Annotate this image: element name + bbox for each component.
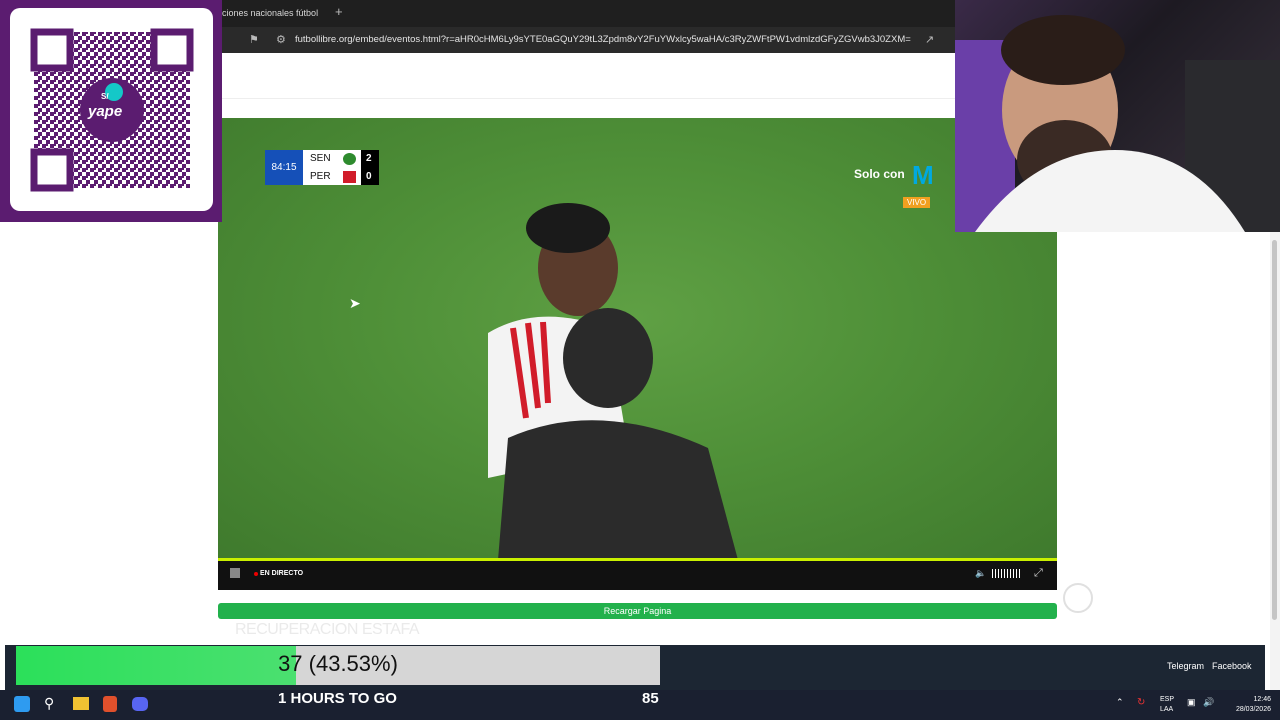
live-dot-icon [254,572,258,576]
video-progress-bar[interactable] [218,558,1057,561]
brave-browser-icon[interactable] [103,696,117,712]
clock-time[interactable]: 12:46 [1226,696,1271,703]
movistar-logo-icon: M [912,160,934,190]
clock-date[interactable]: 28/03/2026 [1226,706,1271,713]
team-crests [339,150,361,185]
input-language[interactable]: ESP [1160,696,1174,703]
volume-slider[interactable] [992,569,1020,578]
mouse-cursor-icon: ➤ [349,295,361,311]
streamer-video [955,15,1280,232]
live-badge: VIVO [903,197,931,208]
page-header [222,53,957,99]
webcam-overlay [955,0,1280,232]
team-home: SEN [310,153,331,164]
loading-circle-icon [1063,583,1093,613]
peru-crest-icon [343,171,356,183]
scoreboard-teams: SEN PER [303,150,339,185]
qr-symbol: S/ [101,92,109,101]
fullscreen-icon[interactable]: ⤢ [1034,567,1043,580]
tray-chevron-icon[interactable]: ⌃ [1116,697,1124,708]
folder-icon[interactable] [73,697,89,710]
goal-progress-label: 37 (43.53%) [278,651,398,676]
search-icon[interactable]: ⚲ [44,695,54,712]
goal-time-remaining: 1 HOURS TO GO [278,690,397,707]
facebook-link[interactable]: Facebook [1212,661,1252,671]
windows-taskbar [0,690,1280,720]
yape-logo: yape [88,103,123,120]
team-away: PER [310,171,331,182]
browser-tab[interactable]: ciones nacionales fútbol [222,8,318,18]
share-icon[interactable]: ↗ [925,33,934,46]
score-home: 2 [366,153,372,164]
scrollbar-thumb[interactable] [1272,240,1277,620]
live-indicator: EN DIRECTO [260,570,304,577]
new-tab-button[interactable]: + [335,4,343,19]
player-controls [218,560,1057,590]
senegal-crest-icon [343,153,356,165]
volume-icon[interactable]: 🔈 [975,568,986,579]
scoreboard-score: 2 0 [361,150,379,185]
telegram-link[interactable]: Telegram [1167,661,1204,671]
score-away: 0 [366,171,372,182]
input-layout[interactable]: LAA [1160,706,1173,713]
site-settings-icon[interactable]: ⚙ [276,33,286,46]
start-icon[interactable] [14,696,30,712]
match-clock: 84:15 [265,150,303,185]
tray-sync-icon[interactable]: ↻ [1137,697,1145,708]
reload-page-button[interactable]: Recargar Pagina [218,603,1057,619]
network-icon[interactable]: ▣ [1187,697,1196,708]
goal-target: 85 [642,690,659,707]
bookmark-icon[interactable]: ⚑ [249,33,259,46]
volume-tray-icon[interactable]: 🔊 [1203,697,1214,708]
stream-watermark: RECUPERACION ESTAFA [235,621,420,638]
stop-button[interactable] [230,568,240,578]
broadcaster-text: Solo con [854,167,905,181]
url-field[interactable]: futbollibre.org/embed/eventos.html?r=aHR… [295,34,911,45]
discord-icon[interactable] [132,697,148,711]
